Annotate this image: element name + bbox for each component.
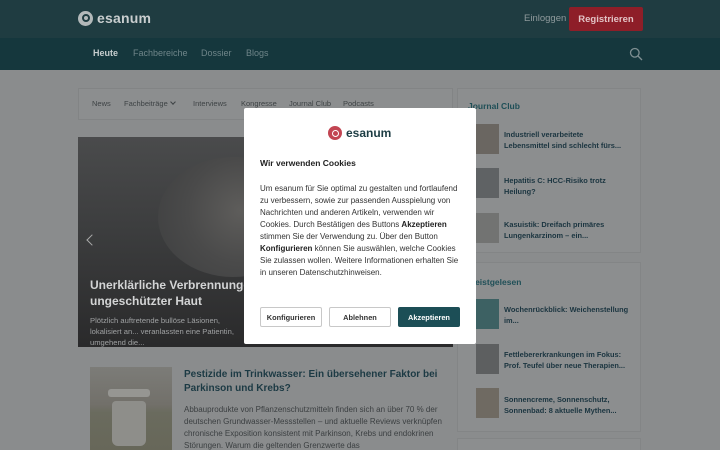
accept-button[interactable]: Akzeptieren <box>398 307 460 327</box>
subnav-item-journal-club[interactable]: Journal Club <box>289 99 331 108</box>
nav-item-dossier[interactable]: Dossier <box>201 48 232 58</box>
article-excerpt: Abbauprodukte von Pflanzenschutzmitteln … <box>184 405 442 450</box>
logo-icon <box>78 10 93 26</box>
journal-club-thumb-3[interactable] <box>476 213 499 243</box>
meistgelesen-item-2[interactable]: Fettlebererkrankungen im Fokus: Prof. Te… <box>504 349 630 371</box>
journal-club-item-2[interactable]: Hepatitis C: HCC-Risiko trotz Heilung? <box>504 175 630 197</box>
journal-club-thumb-2[interactable] <box>476 168 499 198</box>
login-link[interactable]: Einloggen <box>524 13 566 24</box>
subnav-item-fachbeitraege-label: Fachbeiträge <box>124 99 168 108</box>
logo-icon <box>328 126 342 140</box>
meistgelesen-thumb-1[interactable] <box>476 299 499 329</box>
article-image[interactable] <box>90 367 172 450</box>
decline-button[interactable]: Ablehnen <box>329 307 391 327</box>
article-title[interactable]: Pestizide im Trinkwasser: Ein übersehene… <box>184 368 449 396</box>
site-logo[interactable]: esanum <box>78 10 151 26</box>
configure-button[interactable]: Konfigurieren <box>260 307 322 327</box>
cookie-consent-dialog: esanum Wir verwenden Cookies Um esanum f… <box>244 108 476 344</box>
cookie-dialog-logo: esanum <box>328 126 391 140</box>
meistgelesen-item-1[interactable]: Wochenrückblick: Weichenstellung im... <box>504 304 630 326</box>
subnav-item-news[interactable]: News <box>92 99 111 108</box>
logo-text: esanum <box>97 10 152 26</box>
cookie-body-accept-word: Akzeptieren <box>401 220 447 229</box>
article-image-detail-2 <box>112 401 146 446</box>
nav-item-heute[interactable]: Heute <box>93 48 118 58</box>
subnav-item-interviews[interactable]: Interviews <box>193 99 227 108</box>
chevron-down-icon <box>169 99 176 105</box>
meistgelesen-item-3[interactable]: Sonnencreme, Sonnenschutz, Sonnenbad: 8 … <box>504 394 630 416</box>
subnav-item-fachbeitraege[interactable]: Fachbeiträge <box>124 99 176 108</box>
search-icon[interactable] <box>629 47 643 61</box>
cookie-body-part-2: stimmen Sie der Verwendung zu. Über den … <box>260 232 438 241</box>
meistgelesen-thumb-3[interactable] <box>476 388 499 418</box>
sidebar-card-3 <box>457 438 641 450</box>
register-button[interactable]: Registrieren <box>569 7 643 31</box>
cookie-body-configure-word: Konfigurieren <box>260 244 313 253</box>
journal-club-item-3[interactable]: Kasuistik: Dreifach primäres Lungenkarzi… <box>504 219 630 241</box>
meistgelesen-thumb-2[interactable] <box>476 344 499 374</box>
journal-club-item-1[interactable]: Industriell verarbeitete Lebensmittel si… <box>504 129 630 151</box>
subnav-item-podcasts[interactable]: Podcasts <box>343 99 374 108</box>
cookie-dialog-logo-text: esanum <box>346 126 392 140</box>
nav-item-fachbereiche[interactable]: Fachbereiche <box>133 48 188 58</box>
meistgelesen-heading[interactable]: Meistgelesen <box>468 277 521 287</box>
subnav-item-kongresse[interactable]: Kongresse <box>241 99 277 108</box>
cookie-dialog-body: Um esanum für Sie optimal zu gestalten u… <box>260 183 464 279</box>
article-image-detail <box>108 389 150 397</box>
journal-club-thumb-1[interactable] <box>476 124 499 154</box>
nav-item-blogs[interactable]: Blogs <box>246 48 269 58</box>
hero-description: Plötzlich auftretende bullöse Läsionen, … <box>90 316 234 347</box>
cookie-dialog-title: Wir verwenden Cookies <box>260 158 356 168</box>
